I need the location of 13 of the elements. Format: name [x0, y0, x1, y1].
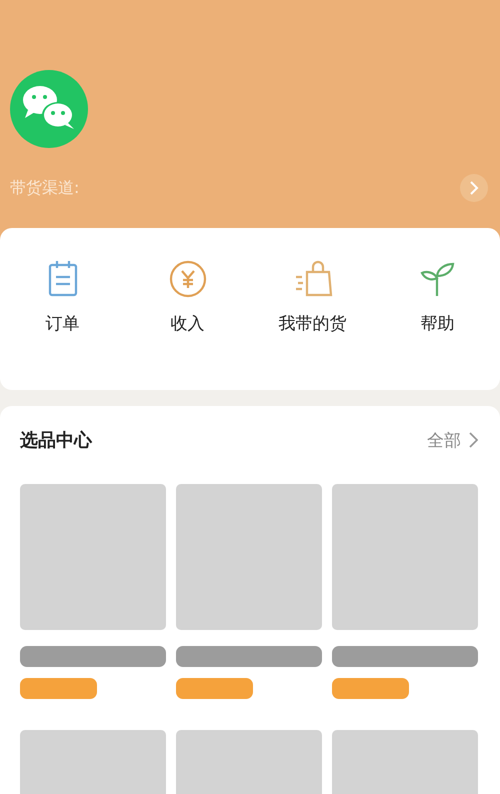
chat-logo-icon	[10, 70, 88, 148]
arrow-button[interactable]	[460, 174, 488, 202]
sprout-icon	[420, 260, 456, 298]
chevron-right-icon	[469, 181, 479, 195]
channel-label: 带货渠道:	[10, 178, 80, 198]
section-title: 选品中心	[20, 429, 92, 452]
action-button[interactable]: 订单	[0, 260, 125, 340]
action-button[interactable]: 我带的货	[250, 260, 375, 340]
chevron-right-icon	[469, 432, 478, 448]
action-button[interactable]: 收入	[125, 260, 250, 340]
action-button[interactable]: 帮助	[375, 260, 500, 340]
view-all-link[interactable]: 全部	[427, 428, 478, 452]
yen-icon	[168, 260, 206, 298]
